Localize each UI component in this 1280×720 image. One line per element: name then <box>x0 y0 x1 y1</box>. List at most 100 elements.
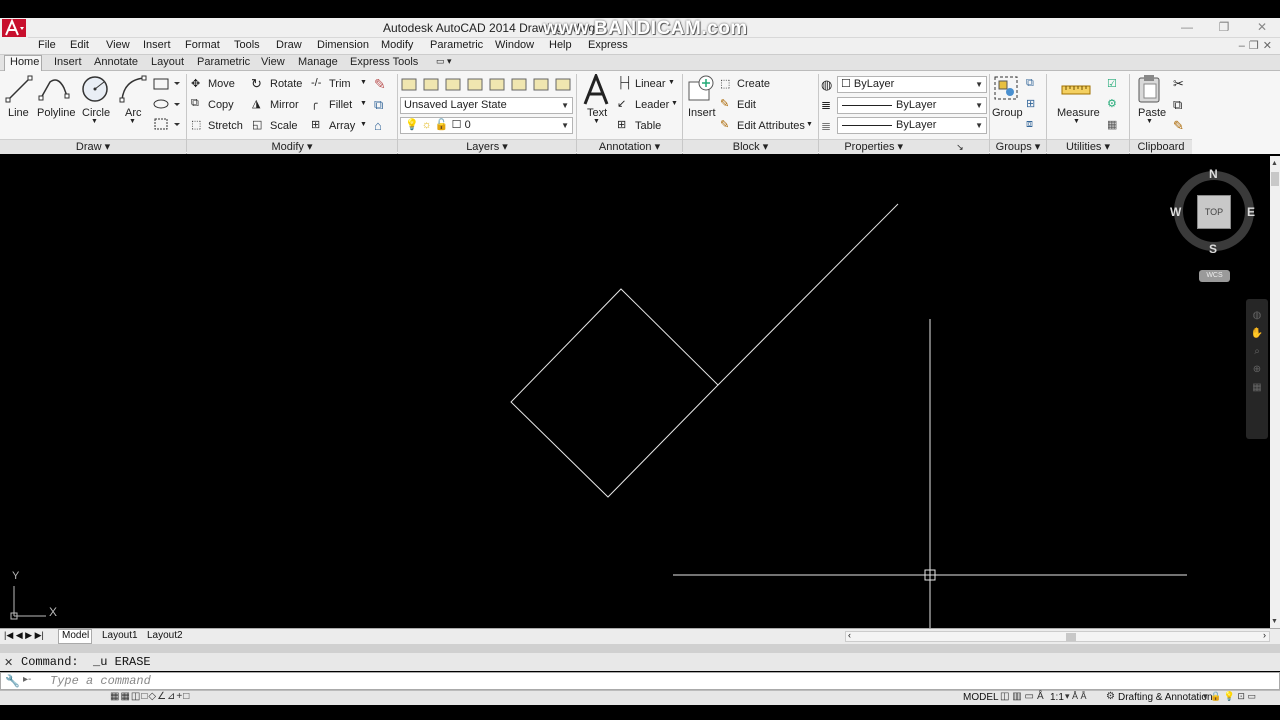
line-icon[interactable] <box>4 74 34 104</box>
measure-icon[interactable] <box>1060 78 1092 100</box>
measure-dropdown-icon[interactable]: ▼ <box>1073 118 1080 125</box>
clipboard-panel-title[interactable]: Clipboard <box>1130 139 1192 154</box>
move-icon[interactable]: ✥ <box>191 77 200 90</box>
array-dropdown-icon[interactable]: ▼ <box>360 121 367 128</box>
close-command-icon[interactable]: ✕ <box>4 656 13 669</box>
annotation-scale[interactable]: 1:1 <box>1050 692 1064 703</box>
layout-nav-arrows-icon[interactable]: |◀ ◀ ▶ ▶| <box>4 630 44 641</box>
linetype-icon[interactable]: ≣ <box>821 119 831 133</box>
table-button[interactable]: Table <box>635 120 661 132</box>
command-prompt-icon[interactable]: ▸- <box>23 674 31 685</box>
edit-attributes-icon[interactable]: ✎ <box>720 118 729 131</box>
group-edit-icon[interactable]: ⊞ <box>1026 97 1035 110</box>
dialog-launcher-icon[interactable]: ↘ <box>956 142 964 152</box>
compass-south-label[interactable]: S <box>1209 242 1217 256</box>
tab-layout2[interactable]: Layout2 <box>147 630 183 641</box>
arc-dropdown-icon[interactable]: ▼ <box>129 118 136 125</box>
annotation-panel-title[interactable]: Annotation ▾ <box>577 139 682 154</box>
linear-button[interactable]: Linear <box>635 78 666 90</box>
edit-attributes-button[interactable]: Edit Attributes <box>737 120 805 132</box>
edit-button[interactable]: Edit <box>737 99 756 111</box>
block-panel-title[interactable]: Block ▾ <box>683 139 818 154</box>
tab-model[interactable]: Model <box>62 630 89 641</box>
polyline-icon[interactable] <box>38 74 70 104</box>
ungroup-icon[interactable]: ⧉ <box>1026 77 1034 90</box>
linear-dropdown-icon[interactable]: ▼ <box>668 79 675 86</box>
erase-icon[interactable]: ✎ <box>374 76 386 93</box>
diagonal-line[interactable] <box>717 203 899 386</box>
close-button[interactable]: ✕ <box>1250 19 1274 35</box>
drawing-geometry[interactable] <box>0 156 1270 628</box>
menu-help[interactable]: Help <box>549 39 572 51</box>
tab-manage[interactable]: Manage <box>298 56 338 68</box>
array-icon[interactable]: ⊞ <box>311 118 320 131</box>
array-button[interactable]: Array <box>329 120 355 132</box>
polyline-button[interactable]: Polyline <box>37 107 76 119</box>
edit-block-icon[interactable]: ✎ <box>720 97 729 110</box>
minimize-button[interactable]: — <box>1175 19 1199 35</box>
tab-express-tools[interactable]: Express Tools <box>350 56 418 68</box>
document-window-controls[interactable]: –❐✕ <box>1239 39 1276 52</box>
line-button[interactable]: Line <box>8 107 29 119</box>
fillet-button[interactable]: Fillet <box>329 99 352 111</box>
square-outline[interactable] <box>510 288 719 498</box>
menu-edit[interactable]: Edit <box>70 39 89 51</box>
text-dropdown-icon[interactable]: ▼ <box>593 118 600 125</box>
leader-dropdown-icon[interactable]: ▼ <box>671 100 678 107</box>
annotation-visibility-icons[interactable]: ▾ Å Å <box>1065 691 1087 702</box>
color-wheel-icon[interactable]: ◍ <box>821 77 832 93</box>
draw-small-tools-icon[interactable] <box>152 77 180 135</box>
tab-parametric[interactable]: Parametric <box>197 56 250 68</box>
drawing-canvas[interactable]: Y X TOP N S E W WCS ◍ ✋ ⌕ ⊕ ▦ <box>0 156 1270 628</box>
group-icon[interactable] <box>993 75 1021 103</box>
ribbon-toggle-icon[interactable]: ▭ ▾ <box>436 56 452 67</box>
layer-state-dropdown[interactable]: Unsaved Layer State ▼ <box>400 97 573 114</box>
tab-home[interactable]: Home <box>10 56 39 68</box>
color-dropdown[interactable]: ☐ ByLayer ▼ <box>837 76 987 93</box>
compass-west-label[interactable]: W <box>1170 205 1181 219</box>
customize-wrench-icon[interactable]: 🔧 <box>5 674 20 688</box>
tab-view[interactable]: View <box>261 56 285 68</box>
command-input[interactable]: 🔧 ▸- Type a command <box>0 672 1280 690</box>
menu-express[interactable]: Express <box>588 39 628 51</box>
nav-tools-icons[interactable]: ◍ ✋ ⌕ ⊕ ▦ <box>1246 299 1268 397</box>
trim-icon[interactable]: -/- <box>311 77 321 89</box>
model-space-toggle[interactable]: MODEL <box>963 692 999 703</box>
table-icon[interactable]: ⊞ <box>617 118 626 131</box>
layers-panel-title[interactable]: Layers ▾ <box>398 139 576 154</box>
explode-icon[interactable]: ⧉ <box>374 97 383 113</box>
scale-button[interactable]: Scale <box>270 120 298 132</box>
id-point-icon[interactable]: ⚙ <box>1107 97 1117 110</box>
hscroll-thumb[interactable] <box>1066 633 1076 641</box>
layer-dropdown[interactable]: 💡 ☼ 🔓 ☐ 0 ▼ <box>400 117 573 134</box>
command-window-grip[interactable] <box>0 644 1280 653</box>
rotate-icon[interactable]: ↻ <box>251 76 262 92</box>
copy-icon[interactable]: ⧉ <box>191 97 199 110</box>
drafting-toggles-icons[interactable]: ▦▦◫□◇∠⊿+□ <box>110 691 190 702</box>
copy-clip-icon[interactable]: ⧉ <box>1173 97 1182 113</box>
stretch-button[interactable]: Stretch <box>208 120 243 132</box>
scale-icon[interactable]: ◱ <box>252 118 262 131</box>
circle-dropdown-icon[interactable]: ▼ <box>91 118 98 125</box>
rotate-button[interactable]: Rotate <box>270 78 302 90</box>
paste-icon[interactable] <box>1136 74 1162 104</box>
compass-east-label[interactable]: E <box>1247 205 1255 219</box>
menu-view[interactable]: View <box>106 39 130 51</box>
menu-draw[interactable]: Draw <box>276 39 302 51</box>
menu-modify[interactable]: Modify <box>381 39 413 51</box>
group-select-icon[interactable]: ⧈ <box>1026 118 1033 131</box>
scroll-thumb[interactable] <box>1271 172 1279 186</box>
menu-window[interactable]: Window <box>495 39 534 51</box>
cut-icon[interactable]: ✂ <box>1173 76 1184 92</box>
compass-north-label[interactable]: N <box>1209 167 1218 181</box>
workspace-switch[interactable]: Drafting & Annotation <box>1118 692 1213 703</box>
tab-layout1[interactable]: Layout1 <box>102 630 138 641</box>
create-button[interactable]: Create <box>737 78 770 90</box>
menu-insert[interactable]: Insert <box>143 39 171 51</box>
trim-button[interactable]: Trim <box>329 78 351 90</box>
group-button[interactable]: Group <box>992 107 1023 119</box>
groups-panel-title[interactable]: Groups ▾ <box>990 139 1046 154</box>
circle-icon[interactable] <box>80 74 110 104</box>
copy-button[interactable]: Copy <box>208 99 234 111</box>
scroll-up-icon[interactable]: ▲ <box>1271 160 1278 167</box>
